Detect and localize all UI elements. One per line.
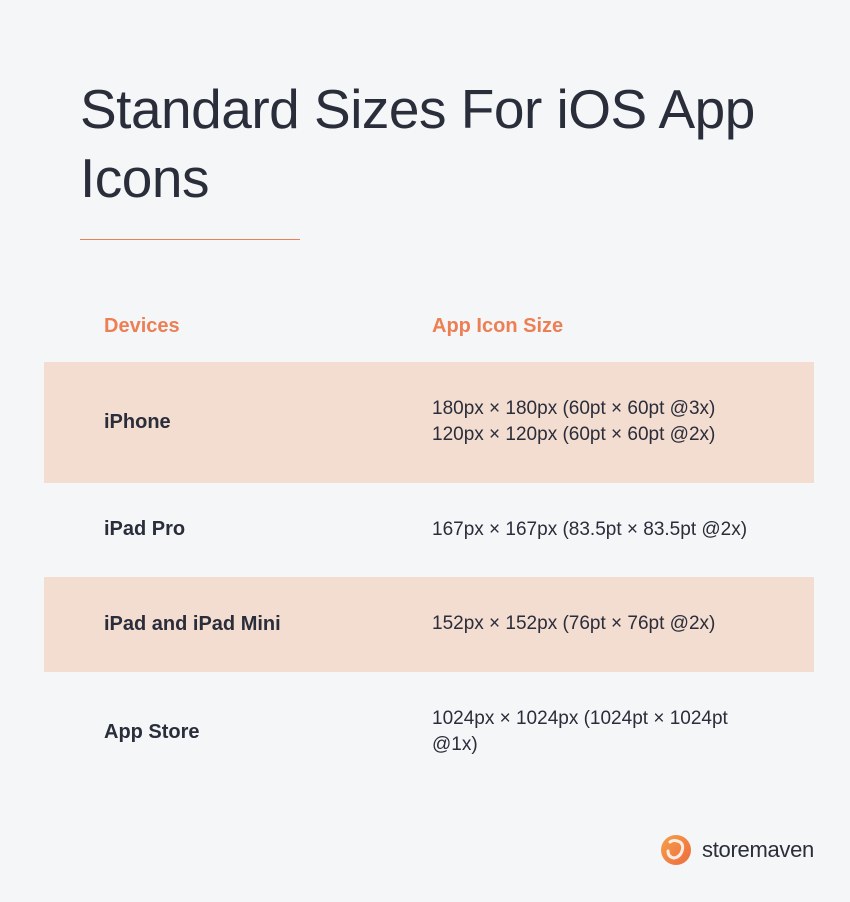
title-underline — [80, 239, 300, 240]
size-cell: 180px × 180px (60pt × 60pt @3x)120px × 1… — [432, 396, 754, 449]
brand-name: storemaven — [702, 837, 814, 863]
table-row: iPad Pro 167px × 167px (83.5pt × 83.5pt … — [44, 483, 814, 578]
size-cell: 1024px × 1024px (1024pt × 1024pt @1x) — [432, 706, 754, 759]
table-row: App Store 1024px × 1024px (1024pt × 1024… — [44, 672, 814, 793]
device-cell: iPad Pro — [104, 518, 432, 541]
device-cell: App Store — [104, 721, 432, 744]
table-row: iPhone 180px × 180px (60pt × 60pt @3x)12… — [44, 362, 814, 483]
brand-logo: storemaven — [660, 834, 814, 866]
storemaven-icon — [660, 834, 692, 866]
table-header: Devices App Icon Size — [44, 315, 814, 362]
table-row: iPad and iPad Mini 152px × 152px (76pt ×… — [44, 577, 814, 672]
header-size: App Icon Size — [432, 315, 754, 338]
sizes-table: Devices App Icon Size iPhone 180px × 180… — [44, 315, 814, 794]
device-cell: iPad and iPad Mini — [104, 613, 432, 636]
size-cell: 167px × 167px (83.5pt × 83.5pt @2x) — [432, 517, 754, 544]
page-title: Standard Sizes For iOS App Icons — [80, 75, 805, 213]
size-cell: 152px × 152px (76pt × 76pt @2x) — [432, 611, 754, 638]
device-cell: iPhone — [104, 411, 432, 434]
header-devices: Devices — [104, 315, 432, 338]
